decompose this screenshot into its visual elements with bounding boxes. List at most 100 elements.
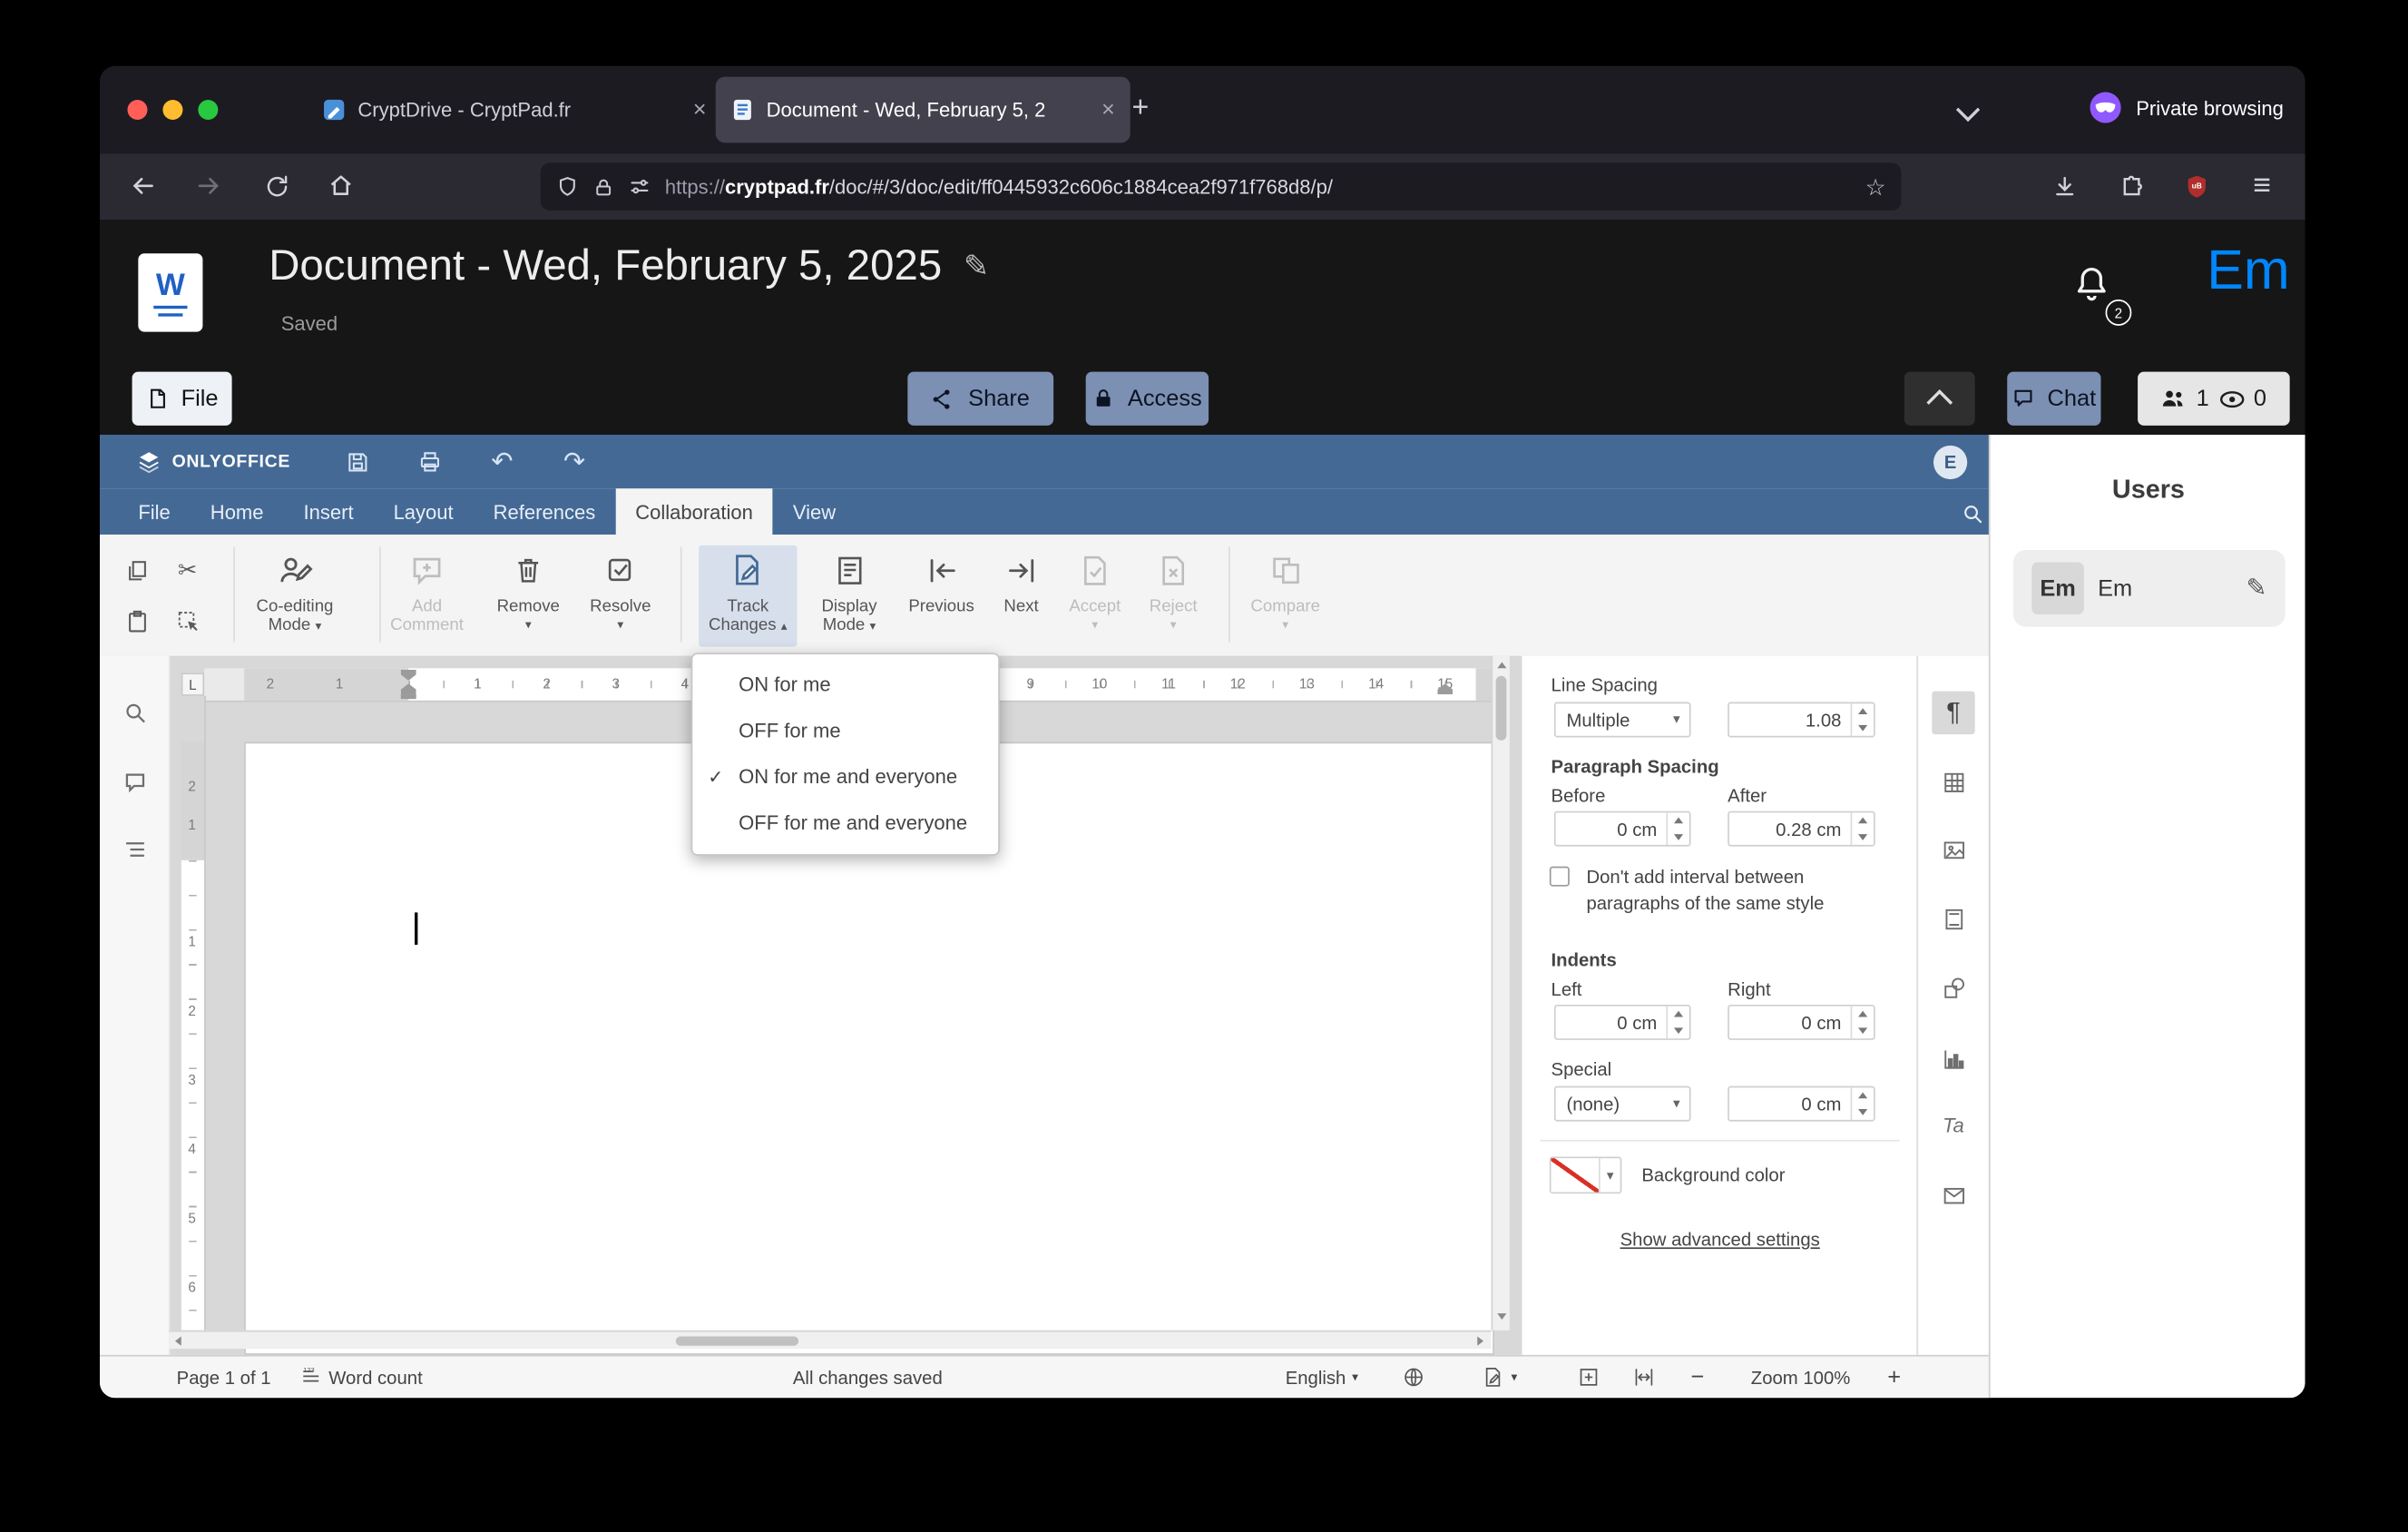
- spacing-before-spinner[interactable]: 0 cm: [1553, 810, 1691, 847]
- resolve-button[interactable]: Resolve ▾: [574, 545, 667, 647]
- find-icon[interactable]: [118, 696, 152, 730]
- url-bar[interactable]: https://cryptpad.fr/doc/#/3/doc/edit/ff0…: [540, 162, 1902, 211]
- header-footer-settings-icon[interactable]: [1932, 897, 1974, 939]
- menu-layout[interactable]: Layout: [374, 488, 474, 535]
- display-mode-button[interactable]: Display Mode ▾: [803, 545, 896, 647]
- image-settings-icon[interactable]: [1932, 828, 1974, 870]
- chart-settings-icon[interactable]: [1932, 1037, 1974, 1080]
- close-tab-icon[interactable]: ×: [1101, 97, 1115, 123]
- dropdown-item-off-for-everyone[interactable]: OFF for me and everyone: [692, 800, 998, 847]
- edit-name-pencil-icon[interactable]: ✎: [2246, 573, 2267, 604]
- collapse-toolbar-button[interactable]: [1904, 371, 1975, 426]
- line-spacing-amount-spinner[interactable]: 1.08: [1728, 702, 1875, 738]
- new-tab-button[interactable]: +: [1131, 93, 1149, 123]
- scroll-left-arrow[interactable]: [174, 1336, 181, 1346]
- paste-icon[interactable]: [120, 604, 153, 637]
- spacing-after-spinner[interactable]: 0.28 cm: [1728, 810, 1875, 847]
- zoom-level[interactable]: Zoom 100%: [1736, 1357, 1866, 1399]
- tab-list-chevron-icon[interactable]: [1955, 97, 1981, 123]
- document-title[interactable]: Document - Wed, February 5, 2025: [269, 241, 942, 290]
- close-tab-icon[interactable]: ×: [693, 97, 707, 123]
- track-changes-status-button[interactable]: ▾: [1482, 1357, 1517, 1399]
- tab-document[interactable]: Document - Wed, February 5, 2 ×: [715, 76, 1131, 143]
- left-indent-marker[interactable]: [400, 694, 416, 700]
- file-menu-button[interactable]: File: [132, 371, 232, 426]
- previous-change-button[interactable]: Previous: [896, 545, 988, 647]
- language-selector[interactable]: English ▾: [1286, 1357, 1358, 1399]
- horizontal-scrollbar[interactable]: [169, 1330, 1492, 1350]
- reject-change-button[interactable]: Reject ▾: [1127, 545, 1219, 647]
- table-settings-icon[interactable]: [1932, 761, 1974, 803]
- no-interval-checkbox[interactable]: [1549, 866, 1570, 887]
- back-button[interactable]: [117, 162, 170, 209]
- scroll-right-arrow[interactable]: [1477, 1336, 1484, 1346]
- text-art-settings-icon[interactable]: Ta: [1932, 1103, 1974, 1145]
- paragraph-settings-icon[interactable]: ¶: [1932, 691, 1975, 735]
- v-ruler[interactable]: 2 1 1 2 3 4 5 6: [181, 695, 206, 1331]
- ublock-button[interactable]: uB: [2170, 162, 2223, 209]
- menu-insert[interactable]: Insert: [284, 488, 374, 535]
- tracking-shield-icon[interactable]: [556, 175, 579, 198]
- spellcheck-globe-icon[interactable]: [1402, 1357, 1424, 1399]
- mail-merge-settings-icon[interactable]: [1932, 1174, 1974, 1216]
- share-button[interactable]: Share: [907, 371, 1054, 426]
- lock-icon[interactable]: [592, 176, 614, 198]
- undo-icon[interactable]: ↶: [479, 435, 525, 488]
- fit-width-button[interactable]: [1632, 1357, 1655, 1399]
- account-avatar[interactable]: Em: [2142, 238, 2289, 302]
- page-indicator[interactable]: Page 1 of 1: [177, 1357, 271, 1399]
- downloads-button[interactable]: [2038, 162, 2090, 209]
- fit-page-button[interactable]: [1577, 1357, 1600, 1399]
- menu-references[interactable]: References: [474, 488, 616, 535]
- dropdown-item-on-for-me[interactable]: ON for me: [692, 663, 998, 709]
- zoom-out-button[interactable]: −: [1691, 1357, 1705, 1399]
- background-color-picker[interactable]: ▾: [1549, 1156, 1622, 1194]
- access-button[interactable]: Access: [1085, 371, 1209, 426]
- zoom-in-button[interactable]: +: [1887, 1357, 1901, 1399]
- redo-icon[interactable]: ↷: [552, 435, 598, 488]
- remove-comment-button[interactable]: Remove ▾: [482, 545, 574, 647]
- navigation-icon[interactable]: [118, 832, 152, 866]
- line-spacing-select[interactable]: Multiple ▾: [1553, 702, 1691, 738]
- indent-right-spinner[interactable]: 0 cm: [1728, 1004, 1875, 1040]
- scroll-down-arrow[interactable]: [1497, 1313, 1507, 1320]
- bookmark-star-icon[interactable]: ☆: [1865, 172, 1886, 201]
- copy-icon[interactable]: [120, 553, 153, 586]
- save-icon[interactable]: [335, 435, 381, 488]
- print-icon[interactable]: [407, 435, 454, 488]
- menu-collaboration[interactable]: Collaboration: [615, 488, 773, 535]
- advanced-settings-link[interactable]: Show advanced settings: [1522, 1229, 1918, 1251]
- dropdown-item-off-for-me[interactable]: OFF for me: [692, 708, 998, 754]
- tab-cryptdrive[interactable]: CryptDrive - CryptPad.fr ×: [308, 77, 722, 143]
- shape-settings-icon[interactable]: [1932, 967, 1974, 1009]
- menu-home[interactable]: Home: [191, 488, 284, 535]
- permissions-icon[interactable]: [628, 175, 651, 198]
- indent-left-spinner[interactable]: 0 cm: [1553, 1004, 1691, 1040]
- rename-pencil-icon[interactable]: ✎: [964, 247, 989, 285]
- search-icon[interactable]: [1955, 496, 1989, 530]
- user-counts-button[interactable]: 1 0: [2138, 371, 2290, 426]
- menu-button[interactable]: ≡: [2236, 162, 2288, 209]
- compare-button[interactable]: Compare ▾: [1239, 545, 1332, 647]
- cut-icon[interactable]: ✂: [171, 553, 204, 586]
- reload-button[interactable]: [250, 162, 303, 209]
- dropdown-item-on-for-everyone[interactable]: ✓ ON for me and everyone: [692, 754, 998, 800]
- office-account-avatar[interactable]: E: [1933, 445, 1968, 480]
- close-window-button[interactable]: [127, 100, 148, 121]
- extensions-button[interactable]: [2106, 162, 2158, 209]
- forward-button[interactable]: [182, 162, 235, 209]
- vertical-scrollbar[interactable]: [1491, 655, 1510, 1331]
- track-changes-button[interactable]: Track Changes ▴: [699, 545, 798, 647]
- word-count-button[interactable]: 123 Word count: [299, 1357, 423, 1399]
- vertical-scroll-thumb[interactable]: [1495, 675, 1507, 741]
- scroll-up-arrow[interactable]: [1497, 662, 1507, 669]
- zoom-window-button[interactable]: [198, 100, 219, 121]
- home-button[interactable]: [315, 162, 367, 209]
- special-select[interactable]: (none) ▾: [1553, 1085, 1691, 1122]
- menu-file[interactable]: File: [118, 488, 190, 535]
- horizontal-scroll-thumb[interactable]: [675, 1336, 799, 1346]
- chat-button[interactable]: Chat: [2007, 371, 2101, 426]
- comments-icon[interactable]: [118, 765, 152, 799]
- user-list-item[interactable]: Em Em ✎: [2012, 549, 2286, 627]
- tab-stop-selector[interactable]: L: [181, 673, 205, 696]
